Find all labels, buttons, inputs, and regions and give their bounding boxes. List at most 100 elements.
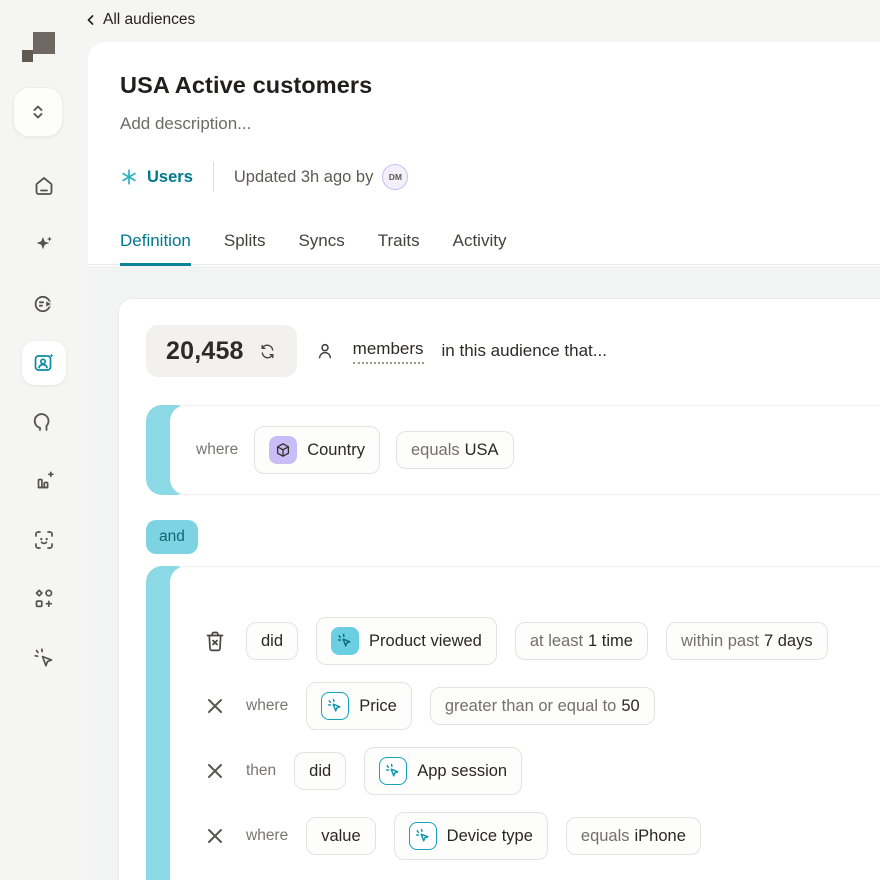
cursor-sparkle-icon — [415, 828, 429, 842]
value-chip[interactable]: value — [306, 816, 376, 856]
refresh-icon[interactable] — [258, 342, 277, 361]
sidebar-nav — [0, 156, 88, 687]
tab-syncs[interactable]: Syncs — [298, 231, 344, 266]
tab-splits[interactable]: Splits — [224, 231, 266, 266]
divider — [212, 162, 214, 192]
apps-grid-icon — [35, 589, 53, 607]
frequency-muted: at least — [529, 631, 584, 650]
chevron-left-icon — [87, 15, 94, 25]
event-row-1: did Product viewed at least 1 time withi… — [202, 617, 880, 665]
window-muted: within past — [680, 631, 759, 650]
frequency-chip[interactable]: at least 1 time — [514, 621, 648, 661]
sidebar-item-audiences[interactable] — [22, 333, 66, 392]
condition-group-1: where Country equals USA — [146, 405, 880, 495]
sidebar — [0, 0, 88, 880]
main-panel: USA Active customers Add description... … — [88, 42, 880, 880]
chevron-up-down-icon — [33, 105, 43, 119]
property-icon-wrap — [321, 692, 350, 720]
close-x-icon — [208, 764, 222, 778]
journeys-icon — [34, 295, 54, 312]
remove-row-button[interactable] — [202, 826, 228, 846]
members-link[interactable]: members — [352, 339, 424, 364]
ai-sparkle-icon — [36, 236, 52, 249]
sidebar-item-home[interactable] — [22, 156, 66, 215]
keyword-where: where — [246, 827, 289, 844]
time-window-chip[interactable]: within past 7 days — [665, 621, 828, 661]
member-count-pill: 20,458 — [146, 325, 297, 377]
workspace-switcher-button[interactable] — [13, 87, 63, 137]
updated-text: Updated 3h ago by — [233, 167, 374, 186]
cursor-sparkle-icon — [337, 633, 351, 647]
definition-content: 20,458 members in this audience that... … — [88, 266, 880, 880]
person-icon — [318, 343, 331, 359]
close-x-icon — [208, 829, 222, 843]
sidebar-item-face-scan[interactable] — [22, 510, 66, 569]
event-icon-wrap — [331, 627, 360, 655]
event-label: Product viewed — [369, 631, 482, 650]
entity-label: Users — [147, 167, 193, 186]
audiences-icon — [34, 353, 54, 371]
keyword-then: then — [246, 762, 277, 779]
event-row-4: where value Device type equals iPhone — [202, 812, 880, 860]
breadcrumb-label: All audiences — [103, 11, 196, 28]
operator-chip-price[interactable]: greater than or equal to 50 — [429, 686, 655, 726]
trash-icon — [206, 631, 224, 652]
cursor-sparkle-icon — [34, 647, 53, 667]
member-count: 20,458 — [166, 336, 244, 365]
property-icon-wrap — [408, 822, 437, 850]
audience-builder-card: 20,458 members in this audience that... … — [118, 298, 880, 880]
sidebar-item-profiles[interactable] — [22, 392, 66, 451]
property-chip-device-type[interactable]: Device type — [393, 812, 548, 860]
description-placeholder[interactable]: Add description... — [120, 114, 880, 134]
property-chip-price[interactable]: Price — [306, 682, 412, 730]
property-label: Device type — [446, 826, 533, 845]
event-condition-card: did Product viewed at least 1 time withi… — [170, 566, 880, 880]
close-x-icon — [208, 699, 222, 713]
property-icon-wrap — [269, 436, 298, 464]
snowflake-asterisk-icon — [122, 169, 136, 185]
avatar[interactable]: DM — [382, 164, 409, 190]
sidebar-item-apps[interactable] — [22, 569, 66, 628]
cursor-sparkle-icon — [386, 763, 399, 777]
home-icon — [35, 176, 53, 195]
remove-row-button[interactable] — [202, 761, 228, 781]
condition-row: where Country equals USA — [170, 405, 880, 495]
sidebar-item-analytics[interactable] — [22, 451, 66, 510]
and-connector-chip[interactable]: and — [146, 520, 198, 554]
operator-muted: equals — [411, 440, 460, 459]
tab-activity[interactable]: Activity — [453, 231, 507, 266]
profile-head-sparkle-icon — [33, 412, 50, 431]
operator-chip-device[interactable]: equals iPhone — [565, 816, 701, 856]
operator-muted: equals — [580, 826, 630, 845]
verb-chip-did[interactable]: did — [294, 751, 347, 791]
delete-row-button[interactable] — [202, 629, 228, 653]
entity-badge[interactable]: Users — [120, 168, 193, 187]
page-title: USA Active customers — [120, 72, 373, 98]
event-chip-product-viewed[interactable]: Product viewed — [316, 617, 497, 665]
sidebar-item-ai-assistant[interactable] — [22, 215, 66, 274]
tab-definition[interactable]: Definition — [120, 231, 191, 266]
logo-square-small — [22, 50, 33, 62]
app-logo-icon[interactable] — [22, 32, 64, 66]
event-row-3: then did App session — [202, 747, 880, 795]
event-label: App session — [417, 761, 508, 780]
keyword-where: where — [196, 441, 239, 458]
breadcrumb[interactable]: All audiences — [84, 11, 195, 29]
keyword-where: where — [246, 697, 289, 714]
sidebar-item-event-tools[interactable] — [22, 628, 66, 687]
operator-value: 50 — [621, 696, 640, 715]
operator-value: iPhone — [634, 826, 686, 845]
tab-traits[interactable]: Traits — [378, 231, 420, 266]
operator-chip-country[interactable]: equals USA — [396, 430, 514, 470]
property-chip-country[interactable]: Country — [254, 426, 380, 474]
property-label: Price — [359, 696, 397, 715]
sidebar-item-journeys[interactable] — [22, 274, 66, 333]
event-row-2: where Price greater than or equal to 50 — [202, 682, 880, 730]
event-chip-app-session[interactable]: App session — [364, 747, 523, 795]
member-count-row: 20,458 members in this audience that... — [146, 325, 880, 377]
verb-chip-did[interactable]: did — [246, 621, 299, 661]
meta-row: Users Updated 3h ago by DM — [120, 162, 880, 192]
cursor-sparkle-icon — [328, 698, 341, 712]
frequency-value: 1 time — [588, 631, 633, 650]
remove-row-button[interactable] — [202, 696, 228, 716]
